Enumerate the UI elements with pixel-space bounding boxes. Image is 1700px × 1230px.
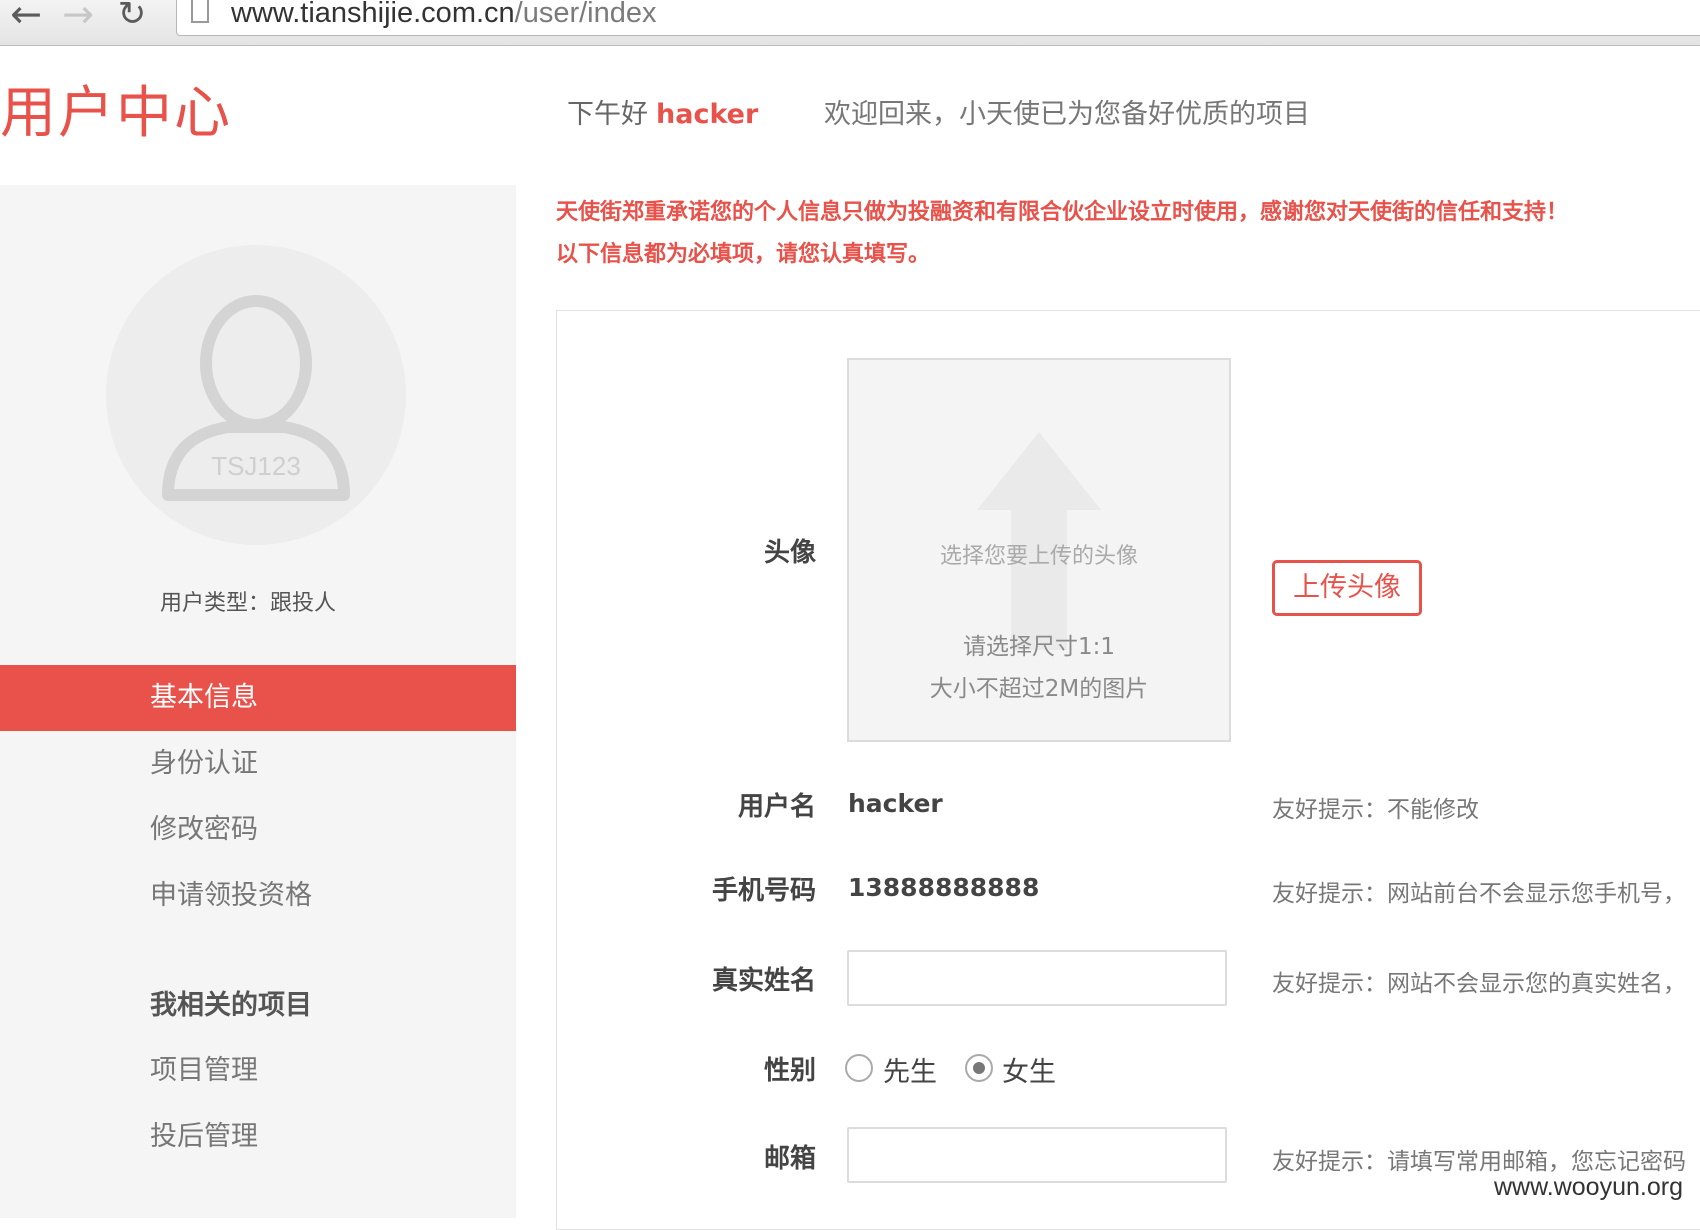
greeting-text: 下午好 (567, 99, 648, 130)
sidebar-item-basic-info[interactable]: 基本信息 (0, 665, 516, 731)
back-arrow-icon[interactable]: ← (6, 0, 46, 34)
email-input[interactable] (847, 1127, 1227, 1183)
url-text[interactable]: www.tianshijie.com.cn/user/index (231, 0, 657, 30)
email-hint: 友好提示：请填写常用邮箱，您忘记密码 (1272, 1149, 1686, 1175)
username-label: 用户名 (737, 792, 816, 822)
sidebar-item-apply-lead-investor[interactable]: 申请领投资格 (0, 863, 516, 929)
phone-value: 13888888888 (848, 873, 1040, 902)
privacy-notice: 天使街郑重承诺您的个人信息只做为投融资和有限合伙企业设立时使用，感谢您对天使街的… (556, 192, 1568, 276)
avatar-text: TSJ123 (211, 451, 301, 481)
address-bar[interactable]: www.tianshijie.com.cn/user/index (176, 0, 1700, 36)
browser-toolbar: ← → ↻ www.tianshijie.com.cn/user/index (0, 0, 1700, 46)
greeting-username: hacker (656, 99, 759, 130)
avatar: TSJ123 (106, 245, 406, 545)
username-value: hacker (848, 789, 943, 818)
user-type: 用户类型：跟投人 (160, 591, 337, 616)
upload-size-line-2: 大小不超过2M的图片 (929, 676, 1149, 702)
greeting: 下午好 hacker (567, 92, 758, 131)
gender-label: 性别 (763, 1056, 816, 1086)
url-host: www.tianshijie.com.cn (231, 0, 515, 29)
real-name-input[interactable] (847, 950, 1227, 1006)
url-path: /user/index (514, 0, 657, 29)
notice-line-2: 以下信息都为必填项，请您认真填写。 (556, 242, 931, 267)
sidebar-item-project-management[interactable]: 项目管理 (0, 1038, 516, 1104)
gender-radio-male[interactable] (845, 1054, 873, 1082)
sidebar: TSJ123 用户类型：跟投人 基本信息 身份认证 修改密码 申请领投资格 我相… (0, 185, 516, 1218)
sidebar-item-post-investment[interactable]: 投后管理 (0, 1104, 516, 1170)
avatar-label: 头像 (763, 538, 816, 568)
gender-label-male[interactable]: 先生 (883, 1050, 937, 1089)
upload-avatar-button[interactable]: 上传头像 (1272, 560, 1422, 616)
page-icon (191, 0, 209, 23)
upload-hint: 选择您要上传的头像 (939, 544, 1138, 569)
sidebar-item-change-password[interactable]: 修改密码 (0, 797, 516, 863)
phone-label: 手机号码 (711, 876, 816, 906)
upload-size-line-1: 请选择尺寸1:1 (962, 634, 1115, 660)
email-label: 邮箱 (763, 1144, 816, 1174)
welcome-message: 欢迎回来，小天使已为您备好优质的项目 (824, 99, 1310, 130)
user-silhouette-icon: TSJ123 (162, 295, 350, 501)
sidebar-item-identity[interactable]: 身份认证 (0, 731, 516, 797)
real-name-hint: 友好提示：网站不会显示您的真实姓名， (1272, 971, 1686, 997)
phone-hint: 友好提示：网站前台不会显示您手机号， (1272, 881, 1686, 907)
forward-arrow-icon[interactable]: → (58, 0, 98, 34)
avatar-upload-area[interactable]: 选择您要上传的头像 请选择尺寸1:1 大小不超过2M的图片 (847, 358, 1231, 742)
watermark: www.wooyun.org (1494, 1173, 1683, 1201)
gender-label-female[interactable]: 女生 (1002, 1050, 1056, 1089)
page-title: 用户中心 (0, 81, 232, 146)
notice-line-1: 天使街郑重承诺您的个人信息只做为投融资和有限合伙企业设立时使用，感谢您对天使街的… (556, 200, 1569, 225)
gender-radio-female[interactable] (965, 1054, 993, 1082)
section-heading-my-projects: 我相关的项目 (150, 990, 312, 1021)
username-hint: 友好提示：不能修改 (1272, 797, 1479, 823)
reload-icon[interactable]: ↻ (112, 0, 152, 34)
real-name-label: 真实姓名 (711, 966, 816, 996)
